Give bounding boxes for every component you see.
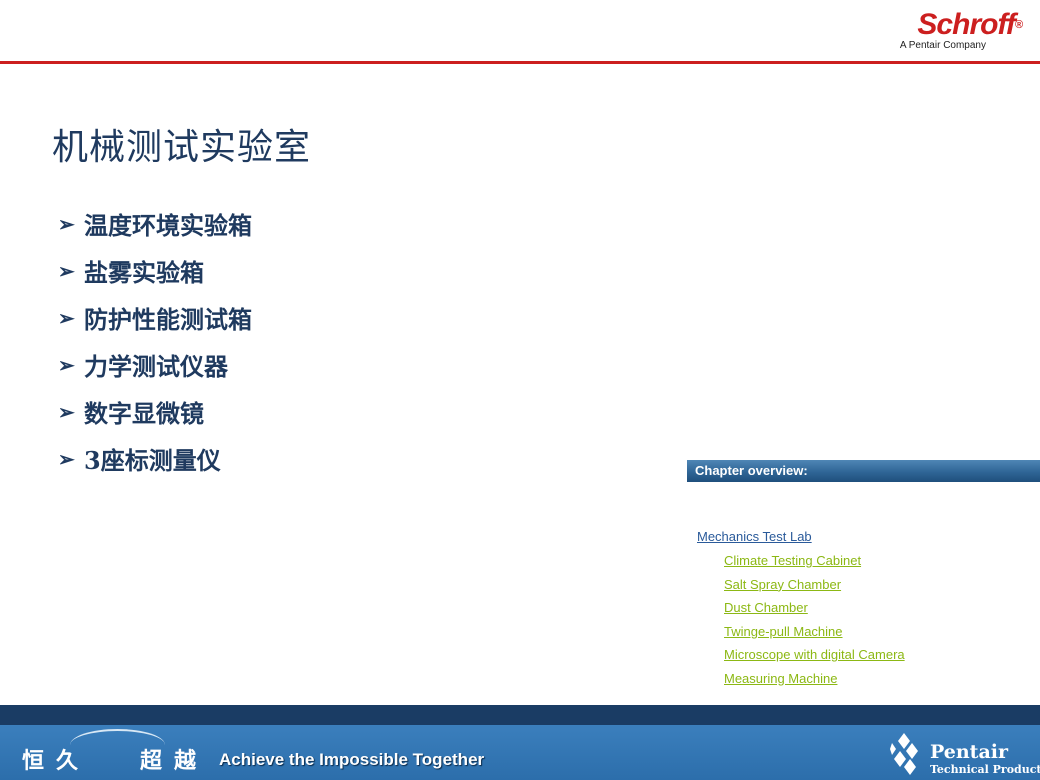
bullet-item: ➢ 力学测试仪器 bbox=[58, 341, 252, 388]
chapter-overview-heading: Chapter overview: bbox=[687, 460, 1040, 482]
logo-tagline: A Pentair Company bbox=[899, 40, 986, 51]
bullet-label: 盐雾实验箱 bbox=[84, 258, 204, 287]
arrow-bullet-icon: ➢ bbox=[58, 399, 75, 424]
page-title: 机械测试实验室 bbox=[52, 127, 312, 168]
slide-footer: 恒 久 超 越 Achieve the Impossible Together … bbox=[0, 705, 1040, 780]
arrow-bullet-icon: ➢ bbox=[58, 446, 75, 471]
arrow-bullet-icon: ➢ bbox=[58, 258, 75, 283]
arrow-bullet-icon: ➢ bbox=[58, 211, 75, 236]
bullet-item: ➢ 数字显微镜 bbox=[58, 388, 252, 435]
link-measuring-machine[interactable]: Measuring Machine bbox=[724, 667, 905, 691]
bullet-item: ➢ 盐雾实验箱 bbox=[58, 247, 252, 294]
bullet-item: ➢ 温度环境实验箱 bbox=[58, 200, 252, 247]
pentair-brand-sub: Technical Products bbox=[930, 763, 1040, 776]
bullet-item: ➢ 防护性能测试箱 bbox=[58, 294, 252, 341]
bullet-list: ➢ 温度环境实验箱 ➢ 盐雾实验箱 ➢ 防护性能测试箱 ➢ 力学测试仪器 ➢ 数字显微镜 … bbox=[58, 200, 252, 482]
bullet-label: 数字显微镜 bbox=[84, 399, 204, 428]
link-salt-spray-chamber[interactable]: Salt Spray Chamber bbox=[724, 573, 905, 597]
pentair-logo: Pentair Technical Products bbox=[890, 731, 1040, 779]
bullet-label: 力学测试仪器 bbox=[84, 352, 228, 381]
bullet-label: 3座标测量仪 bbox=[84, 446, 221, 475]
bullet-label: 防护性能测试箱 bbox=[84, 305, 252, 334]
link-dust-chamber[interactable]: Dust Chamber bbox=[724, 596, 905, 620]
pentair-mark-icon bbox=[890, 733, 918, 775]
motto-char: 超 bbox=[140, 749, 163, 774]
bullet-label: 温度环境实验箱 bbox=[84, 211, 252, 240]
arrow-bullet-icon: ➢ bbox=[58, 305, 75, 330]
registered-mark: ® bbox=[1014, 19, 1023, 31]
link-mechanics-test-lab[interactable]: Mechanics Test Lab bbox=[697, 525, 905, 549]
chapter-link-list: Mechanics Test Lab Climate Testing Cabin… bbox=[697, 525, 905, 690]
link-microscope-digital-camera[interactable]: Microscope with digital Camera bbox=[724, 643, 905, 667]
link-climate-testing-cabinet[interactable]: Climate Testing Cabinet bbox=[724, 549, 905, 573]
header-divider bbox=[0, 61, 1040, 64]
motto-char: 久 bbox=[56, 749, 79, 774]
logo-wordmark: Schroff bbox=[917, 8, 1015, 41]
bullet-item: ➢ 3座标测量仪 bbox=[58, 435, 252, 482]
chapter-overview-panel: Chapter overview: Mechanics Test Lab Cli… bbox=[687, 460, 1040, 686]
arrow-bullet-icon: ➢ bbox=[58, 352, 75, 377]
motto-english: Achieve the Impossible Together bbox=[219, 750, 485, 769]
slide-header: Schroff® A Pentair Company bbox=[0, 0, 1040, 64]
schroff-logo: Schroff® A Pentair Company bbox=[899, 8, 1023, 52]
motto-char: 越 bbox=[174, 749, 197, 774]
pentair-brand-name: Pentair bbox=[930, 741, 1008, 763]
footer-top-band bbox=[0, 705, 1040, 725]
link-twinge-pull-machine[interactable]: Twinge-pull Machine bbox=[724, 620, 905, 644]
motto-char: 恒 bbox=[22, 749, 45, 774]
